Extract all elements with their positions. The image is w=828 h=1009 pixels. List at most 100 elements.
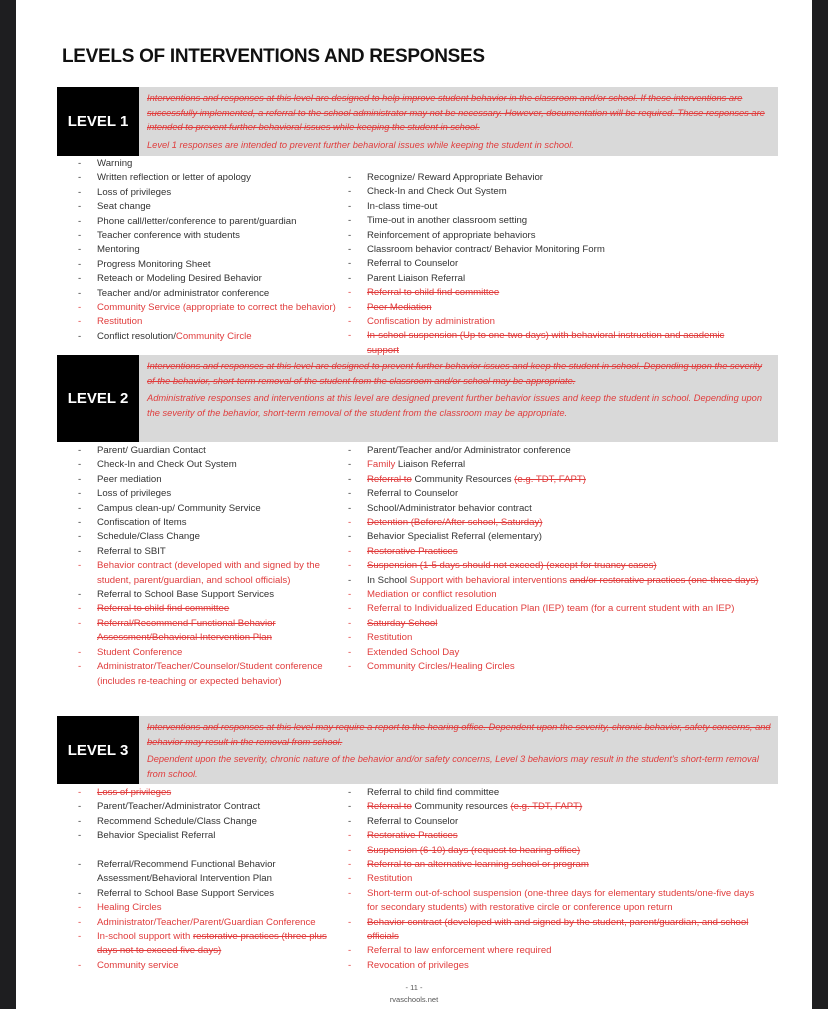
list-item: Confiscation of Items [76,516,346,531]
item-text: Loss of privileges [97,186,172,198]
item-text: Teacher conference with students [97,230,240,242]
list-item: Referral to child find committee [346,286,746,301]
item-text: Saturday School [367,617,438,629]
list-item: Peer mediation [76,473,346,488]
item-text: Administrator/Teacher/Counselor/Student … [97,661,323,687]
level-3-description: Interventions and responses at this leve… [147,720,772,781]
item-text: Detention (Before/After school, Saturday… [367,517,543,529]
list-item: Referral to Community Resources (e.g. TD… [346,473,761,488]
item-text: Phone call/letter/conference to parent/g… [97,215,297,227]
list-item: Conflict resolution/Community Circle [76,330,346,345]
list-item: Referral to child find committee [76,602,346,617]
list-item: Administrator/Teacher/Counselor/Student … [76,660,346,689]
level-1-description: Interventions and responses at this leve… [147,91,772,152]
item-text: Referral to School Base Support Services [97,887,275,899]
list-item: In-school suspension (Up to one-two days… [346,329,746,358]
list-item: Parent Liaison Referral [346,272,746,287]
struck-text: and/or restorative practices (one-three … [569,574,759,586]
revised-text: Support with behavioral interventions [409,574,570,586]
item-text: Written reflection or letter of apology [97,172,251,184]
item-text: Parent/Teacher and/or Administrator conf… [367,445,571,456]
level-2-desc-new: Administrative responses and interventio… [147,393,763,418]
level-1-desc-struck: Interventions and responses at this leve… [147,93,765,132]
item-text: Behavior contract (developed with and si… [367,916,749,943]
page-title: LEVELS OF INTERVENTIONS AND RESPONSES [62,46,485,67]
list-item: Loss of privileges [76,786,346,801]
document-page: LEVELS OF INTERVENTIONS AND RESPONSES LE… [16,0,812,1009]
list-item: Referral to Community resources (e.g. TD… [346,800,761,815]
item-text: In-school support with [97,931,193,943]
list-item: Referral to Counselor [346,487,761,502]
list-spacer [76,844,346,858]
list-item: Healing Circles [76,901,346,916]
list-item: Community Service (appropriate to correc… [76,301,346,316]
revised-text: Community Circle [175,330,252,342]
list-item: Community Circles/Healing Circles [346,660,761,675]
item-text: Behavior Specialist Referral [97,830,216,842]
item-text: Peer mediation [97,473,162,485]
list-item: Mentoring [76,243,346,258]
list-item: Restitution [346,631,761,646]
list-item: Teacher conference with students [76,229,346,244]
list-item: Referral to SBIT [76,545,346,560]
list-item: Behavior Specialist Referral (elementary… [346,530,761,545]
item-text: Progress Monitoring Sheet [97,258,211,270]
item-text: Revocation of privileges [367,959,469,971]
page-number: - 11 - [405,983,423,992]
item-text: Mentoring [97,244,140,256]
item-text: Behavior contract (developed with and si… [97,560,320,586]
list-item: Time-out in another classroom setting [346,214,746,229]
item-text: Restorative Practices [367,545,458,557]
list-item: Seat change [76,200,346,215]
item-text: Recognize/ Reward Appropriate Behavior [367,172,543,183]
item-text: Classroom behavior contract/ Behavior Mo… [367,244,605,256]
item-text: Referral to an alternative learning scho… [367,859,589,871]
item-text: Referral to Counselor [367,815,459,827]
list-item: Revocation of privileges [346,959,761,974]
item-text: Referral to child find committee [97,603,230,615]
list-item: Campus clean-up/ Community Service [76,502,346,517]
item-text: School/Administrator behavior contract [367,502,532,514]
item-text: Community Service (appropriate to correc… [97,302,336,314]
item-text: Restitution [97,316,143,328]
list-item: Referral/Recommend Functional Behavior A… [76,858,346,887]
level-3-desc-struck: Interventions and responses at this leve… [147,722,771,747]
item-text: Community service [97,959,179,971]
item-text: Administrator/Teacher/Parent/Guardian Co… [97,916,316,928]
list-item: Written reflection or letter of apology [76,171,346,186]
list-item: Behavior Specialist Referral [76,829,346,844]
item-text: Peer Mediation [367,301,432,313]
item-text: Liaison Referral [395,459,466,471]
item-text: In-school suspension (Up to one-two days… [367,330,725,356]
list-item: Teacher and/or administrator conference [76,287,346,302]
list-item: Suspension (6-10) days (request to heari… [346,844,761,859]
list-item: Loss of privileges [76,186,346,201]
item-text: Referral/Recommend Functional Behavior A… [97,859,276,885]
list-item: Phone call/letter/conference to parent/g… [76,215,346,230]
list-item: Referral to School Base Support Services [76,887,346,902]
item-text: Community resources [411,801,511,813]
item-text: Restitution [367,632,413,644]
list-item: Parent/ Guardian Contact [76,444,346,459]
list-item: Restorative Practices [346,545,761,560]
item-text: Referral to Individualized Education Pla… [367,603,735,615]
list-item: School/Administrator behavior contract [346,502,761,517]
list-item: Referral to law enforcement where requir… [346,944,761,959]
level-3-desc-new: Dependent upon the severity, chronic nat… [147,754,759,779]
list-item: Student Conference [76,646,346,661]
list-item: Restitution [346,872,761,887]
list-item: Referral to Counselor [346,257,746,272]
list-item: Classroom behavior contract/ Behavior Mo… [346,243,746,258]
list-item: Behavior contract (developed with and si… [76,559,346,588]
item-text: Extended School Day [367,646,460,658]
list-item: In-school support with restorative pract… [76,930,346,959]
item-text: Referral to child find committee [367,287,500,299]
struck-text: (e.g. TDT, FAPT) [514,473,586,485]
item-text: Referral/Recommend Functional Behavior A… [97,617,276,644]
level-2-description: Interventions and responses at this leve… [147,359,772,420]
item-text: Seat change [97,201,151,213]
item-text: Warning [97,158,133,169]
revised-text: Family [367,459,396,471]
item-text: Referral to law enforcement where requir… [367,945,552,957]
struck-text: Referral to [367,801,412,813]
